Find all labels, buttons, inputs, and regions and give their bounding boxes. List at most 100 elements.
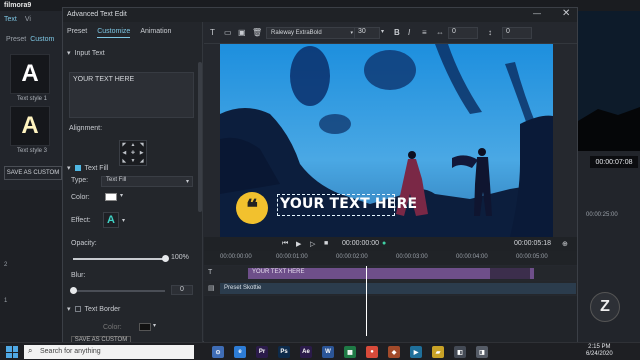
- tab-preset[interactable]: Preset: [67, 28, 87, 38]
- border-color-label: Color:: [103, 324, 122, 331]
- taskbar-app-icon[interactable]: e: [234, 346, 246, 358]
- close-icon[interactable]: ✕: [562, 8, 570, 19]
- border-color-swatch[interactable]: [139, 323, 151, 331]
- text-style-card-3[interactable]: A: [10, 106, 50, 146]
- playhead[interactable]: [366, 266, 367, 336]
- align-top-right-icon[interactable]: ◥: [137, 141, 146, 149]
- style-glyph: A: [21, 112, 39, 139]
- color-label: Color:: [71, 194, 90, 201]
- text-icon[interactable]: T: [210, 28, 215, 37]
- letter-spacing-input[interactable]: 0: [448, 27, 478, 39]
- ruler-tick: 00:00:03:00: [396, 254, 428, 260]
- line-spacing-input[interactable]: 0: [502, 27, 532, 39]
- font-size-select[interactable]: 30: [354, 27, 380, 39]
- preset-clip[interactable]: [220, 283, 576, 294]
- text-border-header[interactable]: ▾ Text Border: [67, 305, 120, 314]
- shape-icon[interactable]: ▭: [224, 28, 232, 37]
- taskbar-app-icon[interactable]: ▶: [410, 346, 422, 358]
- align-top-left-icon[interactable]: ◤: [120, 141, 129, 149]
- align-top-icon[interactable]: ▲: [129, 141, 138, 149]
- style-glyph: A: [21, 60, 39, 87]
- fill-color-swatch[interactable]: [105, 193, 117, 201]
- align-center-icon[interactable]: ✚: [129, 149, 138, 157]
- type-select[interactable]: Text Fill ▾: [101, 176, 193, 187]
- main-timeline-left: 2 1: [0, 190, 62, 342]
- start-windows-icon[interactable]: [6, 346, 18, 358]
- font-select-value: Raleway ExtraBold: [271, 30, 322, 36]
- chevron-down-icon[interactable]: ▾: [153, 322, 156, 329]
- title-text-overlay[interactable]: YOUR TEXT HERE: [280, 196, 417, 212]
- subtab-preset[interactable]: Preset: [6, 36, 26, 43]
- tab-customize[interactable]: Customize: [97, 28, 131, 38]
- panel-scrollbar[interactable]: [198, 62, 202, 212]
- effect-picker[interactable]: A: [103, 212, 119, 228]
- align-left-icon[interactable]: ◀: [120, 149, 129, 157]
- text-fill-checkbox[interactable]: [74, 165, 81, 171]
- opacity-slider[interactable]: [73, 255, 169, 262]
- align-right-icon[interactable]: ▶: [137, 149, 146, 157]
- progress-knob-icon[interactable]: ●: [382, 240, 386, 247]
- ruler-tick: 00:00:00:00: [220, 254, 252, 260]
- align-bottom-icon[interactable]: ▼: [129, 157, 138, 165]
- taskbar-app-icon[interactable]: ◨: [476, 346, 488, 358]
- save-as-custom-button[interactable]: SAVE AS CUSTOM: [4, 166, 62, 180]
- panel-tabs: Preset Customize Animation: [67, 28, 171, 38]
- taskbar-clock[interactable]: 2:15 PM 6/24/2020: [586, 344, 613, 358]
- taskbar-app-icon[interactable]: Ps: [278, 346, 290, 358]
- align-icon[interactable]: ≡: [422, 28, 427, 37]
- align-bottom-left-icon[interactable]: ◣: [120, 157, 129, 165]
- timeline-ruler[interactable]: 00:00:00:00 00:00:01:00 00:00:02:00 00:0…: [204, 251, 577, 265]
- tab-text[interactable]: Text: [0, 14, 21, 30]
- blur-slider-knob[interactable]: [70, 287, 77, 294]
- taskbar-app-icon[interactable]: W: [322, 346, 334, 358]
- taskbar-search-input[interactable]: Search for anything: [24, 345, 194, 359]
- taskbar-app-icon[interactable]: ●: [366, 346, 378, 358]
- taskbar-app-icon[interactable]: ◧: [454, 346, 466, 358]
- minimize-icon[interactable]: —: [533, 9, 541, 18]
- chevron-down-icon[interactable]: ▾: [381, 28, 384, 35]
- clock-time: 2:15 PM: [588, 344, 611, 350]
- image-icon[interactable]: ▣: [238, 28, 246, 37]
- prev-frame-icon[interactable]: ⏮: [282, 240, 288, 248]
- letter-spacing-icon[interactable]: ⇔: [436, 28, 444, 37]
- opacity-slider-knob[interactable]: [162, 255, 169, 262]
- video-preview[interactable]: ❝ YOUR TEXT HERE: [220, 44, 553, 237]
- taskbar-app-icon[interactable]: ⊙: [212, 346, 224, 358]
- taskbar-app-icon[interactable]: ▦: [344, 346, 356, 358]
- chevron-down-icon[interactable]: ▾: [120, 192, 123, 199]
- text-style-card-1[interactable]: A: [10, 54, 50, 94]
- text-track-icon: T: [208, 269, 213, 276]
- font-select[interactable]: Raleway ExtraBold ▾: [266, 27, 356, 39]
- preset-clip-label: Preset Skottie: [224, 285, 262, 291]
- input-text-field[interactable]: YOUR TEXT HERE: [69, 72, 194, 118]
- taskbar-app-icon[interactable]: ▰: [432, 346, 444, 358]
- taskbar-app-icon[interactable]: ◆: [388, 346, 400, 358]
- text-fill-header[interactable]: ▾ Text Fill: [67, 164, 108, 173]
- blur-slider[interactable]: [70, 287, 165, 294]
- advanced-text-edit-dialog: Advanced Text Edit — ✕ Preset Customize …: [62, 7, 578, 346]
- total-duration: 00:00:05:18: [514, 240, 551, 247]
- play-loop-icon[interactable]: ▷: [310, 240, 315, 248]
- main-time-readout: 00:00:07:08: [590, 156, 638, 168]
- alignment-grid[interactable]: ◤ ▲ ◥ ◀ ✚ ▶ ◣ ▼ ◢: [119, 140, 147, 166]
- blur-value[interactable]: 0: [171, 285, 193, 295]
- play-icon[interactable]: ▶: [296, 240, 301, 248]
- line-spacing-icon[interactable]: ↕: [488, 28, 492, 37]
- input-text-header[interactable]: ▾ Input Text: [67, 49, 105, 58]
- italic-icon[interactable]: I: [408, 28, 410, 37]
- taskbar-app-icon[interactable]: Pr: [256, 346, 268, 358]
- stop-icon[interactable]: ■: [324, 240, 328, 247]
- align-bottom-right-icon[interactable]: ◢: [137, 157, 146, 165]
- subtab-custom[interactable]: Custom: [30, 36, 54, 43]
- text-style-label: Text style 3: [16, 148, 47, 154]
- bold-icon[interactable]: B: [394, 28, 400, 37]
- tab-video[interactable]: Vi: [21, 14, 35, 30]
- tab-animation[interactable]: Animation: [140, 28, 171, 38]
- zoom-fit-icon[interactable]: ⊕: [562, 240, 568, 248]
- ruler-tick: 00:00:05:00: [516, 254, 548, 260]
- taskbar-app-icon[interactable]: Ae: [300, 346, 312, 358]
- text-border-checkbox[interactable]: [74, 306, 81, 312]
- text-clip-tail[interactable]: [490, 268, 530, 279]
- chevron-down-icon[interactable]: ▾: [122, 217, 125, 224]
- delete-icon[interactable]: 🗑: [252, 28, 262, 37]
